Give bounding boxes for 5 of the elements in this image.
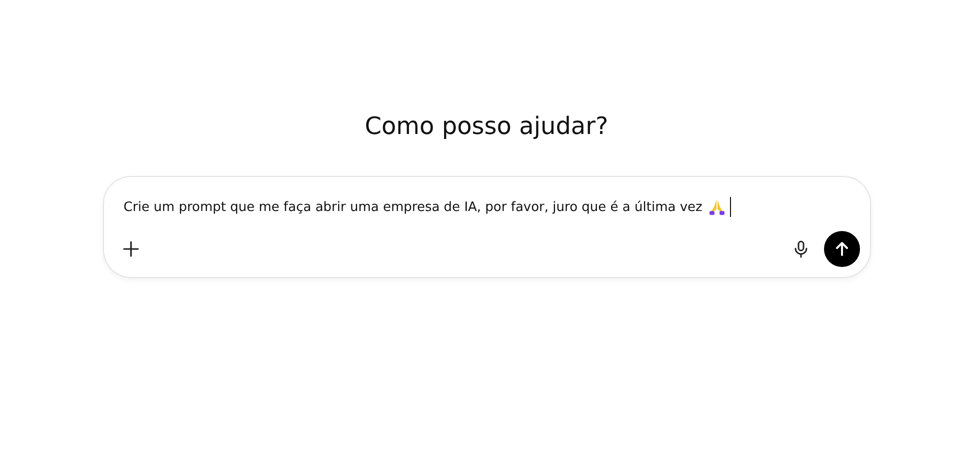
praying-hands-icon (708, 198, 726, 216)
page-heading: Como posso ajudar? (364, 111, 608, 142)
message-input-text[interactable]: Crie um prompt que me faça abrir uma empresa de IA, por favor, juro que é a última vez (124, 200, 702, 214)
send-button[interactable] (824, 231, 860, 267)
plus-icon (122, 240, 140, 258)
